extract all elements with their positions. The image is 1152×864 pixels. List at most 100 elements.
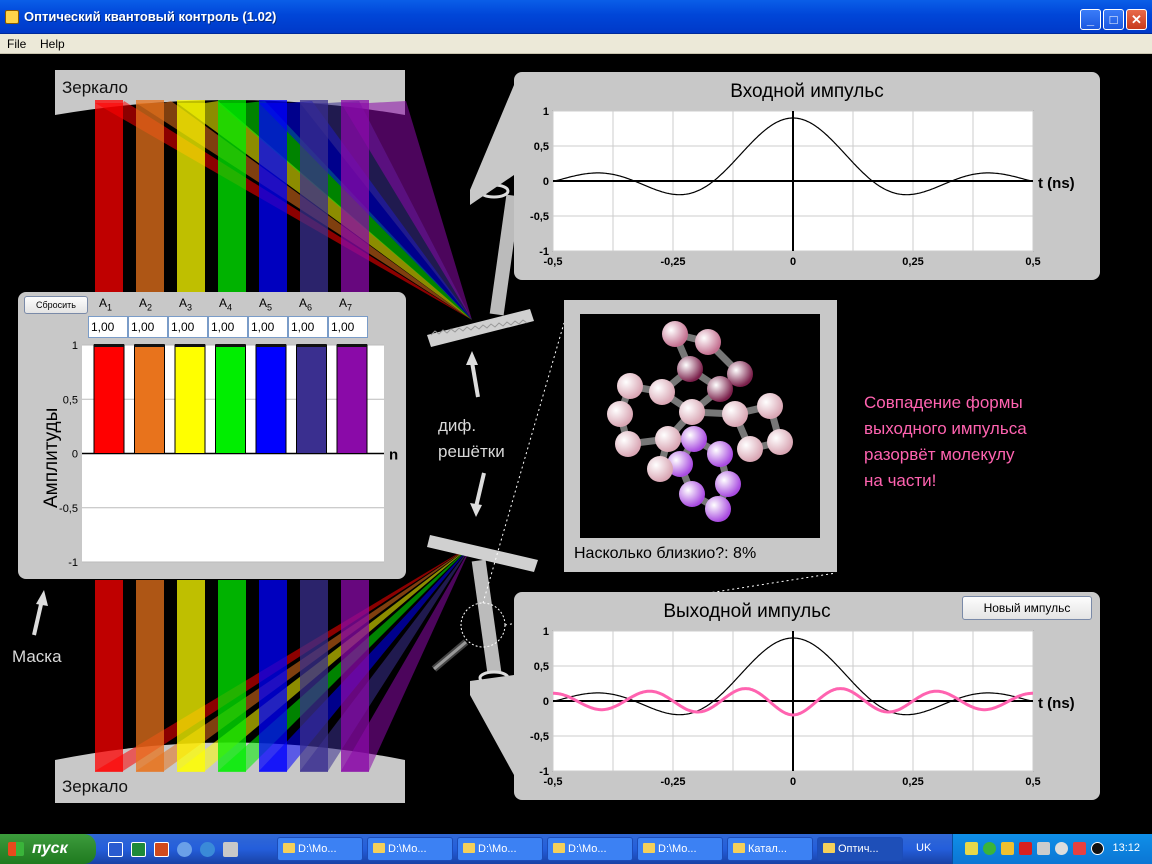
language-indicator[interactable]: UK [916,842,931,854]
powerpoint-icon[interactable] [154,842,169,857]
beam-column [136,100,164,293]
bottom-beams [95,545,472,772]
input-pulse-chart: 10,50-0,5-1-0,5 -0,25 0 0,25 0,5 [530,106,1041,268]
molecule-atom [647,456,673,482]
taskbar-button[interactable]: D:\Mo... [547,837,633,861]
tray-icon[interactable] [1055,842,1068,855]
output-pulse-chart: 10,50-0,5-1-0,5 -0,25 0 0,25 0,5 [530,626,1041,788]
beam-column [259,580,287,772]
amplitude-bar-handle [256,344,286,347]
windows-logo-icon [8,842,24,856]
molecule-atom [679,481,705,507]
word-icon[interactable] [108,842,123,857]
start-button[interactable]: пуск [0,834,96,864]
pulse-x-tick: 0 [790,256,796,268]
maximize-button[interactable]: □ [1103,9,1124,30]
output-t-label: t (ns) [1038,695,1075,712]
grating-arrow-down [474,472,486,508]
taskbar-button[interactable]: D:\Mo... [367,837,453,861]
pulse-y-tick: 1 [543,106,549,118]
beam-column [177,100,205,293]
menu-file[interactable]: File [7,37,26,51]
amplitude-bar [93,344,125,454]
taskbar-button[interactable]: D:\Mo... [457,837,543,861]
molecule-panel: Насколько близкио?: 8% [564,300,837,572]
close-button[interactable]: ✕ [1126,9,1147,30]
minimize-button[interactable]: _ [1080,9,1101,30]
tray-icon[interactable] [965,842,978,855]
molecule-atom [707,441,733,467]
title-bar: Оптический квантовый контроль (1.02) _ □… [0,0,1152,34]
tray-icon[interactable] [983,842,996,855]
pulse-y-tick: 1 [543,626,549,638]
beam-column [218,580,246,772]
molecule-atom [707,376,733,402]
amplitude-tick-label: 0 [72,449,78,461]
amplitude-bar-handle [296,344,327,347]
molecule-atom [649,379,675,405]
clock: 13:12 [1112,842,1140,854]
molecule-atom [662,321,688,347]
amplitude-bar-handle [94,344,124,347]
pulse-x-tick: -0,25 [660,776,685,788]
amplitude-tick-label: 0,5 [63,394,78,406]
amplitude-bar [134,344,165,454]
amplitude-bar [215,344,246,454]
amplitude-panel: Сбросить A1 1,00 A2 1,00 A3 1,00 A4 1,00 A5 1,00 A… [18,292,406,579]
amplitude-bar [255,344,287,454]
mask-arrow [32,599,44,636]
tray-icon[interactable] [1091,842,1104,855]
pulse-y-tick: 0,5 [534,141,549,153]
tray-icon[interactable] [1073,842,1086,855]
molecule-atom [715,471,741,497]
ie-icon[interactable] [200,842,215,857]
pulse-x-tick: 0,5 [1025,776,1040,788]
molecule-view[interactable] [580,314,820,538]
amplitude-chart[interactable]: 1 0,5 0 -0,5 -1 n [18,292,406,579]
grating-arrow-up [470,361,480,398]
hint-message: Совпадение формы выходного импульса разо… [864,390,1094,494]
app-quicklaunch-icon[interactable] [223,842,238,857]
beam-column [95,580,123,772]
pulse-x-tick: -0,5 [544,256,563,268]
taskbar-button[interactable]: Оптич... [817,837,903,861]
beam-column [259,100,287,293]
amplitude-tick-label: -0,5 [59,503,78,515]
pulse-x-tick: 0,25 [902,256,923,268]
tray-icon[interactable] [1001,842,1014,855]
excel-icon[interactable] [131,842,146,857]
app-icon [5,10,19,24]
pulse-y-tick: -0,5 [530,731,549,743]
window-title: Оптический квантовый контроль (1.02) [24,9,277,24]
taskbar-button[interactable]: Катал... [727,837,813,861]
amplitude-tick-label: -1 [68,557,78,569]
pulse-x-tick: 0,5 [1025,256,1040,268]
beam-column [95,100,123,293]
molecule-atom [695,329,721,355]
pulse-y-tick: 0 [543,176,549,188]
amplitude-bar-handle [215,344,246,347]
amplitude-bar [296,344,327,454]
amplitude-bar [174,344,206,454]
pulse-y-tick: -0,5 [530,211,549,223]
tray-icon[interactable] [1037,842,1050,855]
molecule-atom [757,393,783,419]
menu-help[interactable]: Help [40,37,65,51]
pulse-y-tick: 0,5 [534,661,549,673]
pulse-x-tick: 0 [790,776,796,788]
taskbar-button[interactable]: D:\Mo... [277,837,363,861]
message-line: Совпадение формы [864,393,1023,412]
input-pulse-panel: Входной импульс 1 0,5 0 -0,5 -1 -0,5 -0,25 0 0,2… [514,72,1100,280]
taskbar-button[interactable]: D:\Mo... [637,837,723,861]
amplitude-bar-handle [175,344,205,347]
gratings-label: решётки [438,442,505,461]
molecule-atom [681,426,707,452]
message-line: выходного импульса [864,419,1027,438]
browser-icon[interactable] [177,842,192,857]
pulse-y-tick: 0 [543,696,549,708]
molecule-image [607,321,793,522]
beam-column [218,100,246,293]
tray-icon[interactable] [1019,842,1032,855]
gratings-label: диф. [438,416,477,435]
pulse-x-tick: -0,5 [544,776,563,788]
